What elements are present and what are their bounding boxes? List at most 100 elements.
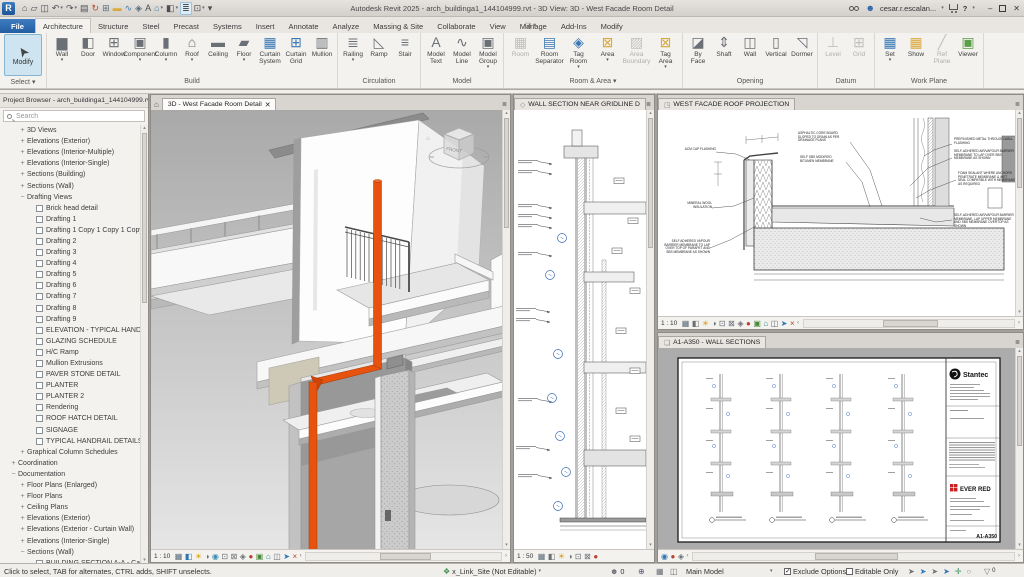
lock-3d-view-icon[interactable]: ◈	[240, 552, 246, 561]
vertical-scrollbar[interactable]: ▴ ▾	[1015, 110, 1023, 316]
ribbon-button[interactable]: ◧ Door ▾	[75, 33, 101, 63]
scroll-left-icon[interactable]: ‹	[686, 553, 688, 559]
tree-item[interactable]: + Ceiling Plans	[0, 502, 140, 513]
search-icon[interactable]	[849, 5, 860, 12]
tree-item[interactable]: TYPICAL HANDRAIL DETAILS	[0, 436, 140, 447]
tree-item[interactable]: Drafting 4	[0, 258, 140, 269]
sun-path-icon[interactable]: ☀	[558, 552, 565, 561]
ribbon-tab[interactable]: Steel	[135, 19, 166, 33]
hide-isolate-icon[interactable]: ◉	[661, 552, 668, 561]
tree-item[interactable]: + Floor Plans	[0, 491, 140, 502]
detail-level-icon[interactable]: ▦	[682, 319, 690, 328]
tree-item[interactable]: Drafting 1	[0, 214, 140, 225]
ribbon-button[interactable]: ▨ Area Boundary ▾	[622, 33, 651, 70]
sun-path-icon[interactable]: ☀	[702, 319, 709, 328]
print-icon[interactable]: ▤ ▾	[79, 2, 90, 15]
sun-path-icon[interactable]: ☀	[195, 552, 202, 561]
revit-logo-icon[interactable]: R	[2, 1, 15, 15]
roof-detail-canvas[interactable]: ACM CAP FLASHING MINERAL WOOL INSULATION…	[658, 110, 1015, 316]
tree-item[interactable]: GLAZING SCHEDULE	[0, 336, 140, 347]
tree-item[interactable]: + Elevations (Interior-Multiple)	[0, 147, 140, 158]
ribbon-button[interactable]: ◺ Ramp ▾	[366, 33, 392, 63]
project-browser-scrollbar[interactable]: ▴ ▾	[140, 125, 148, 563]
undo-icon[interactable]: ↶ ▾	[51, 2, 64, 15]
view-tab-sheet[interactable]: ❏ A1-A350 - WALL SECTIONS	[658, 336, 767, 348]
constraints-icon[interactable]: ◈	[678, 552, 684, 561]
ribbon-button[interactable]: ⌂ Roof ▾	[179, 33, 205, 63]
project-browser-title[interactable]: Project Browser - arch_buildinga1_144104…	[0, 94, 148, 108]
view-tab-3d[interactable]: 3D - West Facade Room Detail ✕	[161, 98, 277, 110]
ribbon-button[interactable]: ▦ Room ▾	[506, 33, 535, 63]
visual-style-icon[interactable]: ◧	[185, 552, 193, 561]
tree-item[interactable]: ELEVATION - TYPICAL HANDRAIL	[0, 325, 140, 336]
ribbon-button[interactable]: A Model Text ▾	[423, 33, 449, 70]
displacement-icon[interactable]: ◫	[771, 319, 779, 328]
shadows-icon[interactable]: ◑	[205, 552, 210, 561]
scroll-right-icon[interactable]: ›	[505, 553, 507, 559]
tree-item[interactable]: SIGNAGE	[0, 425, 140, 436]
measure-icon[interactable]: ▬ ▾	[112, 2, 123, 15]
manage-links-button[interactable]: ⊕	[638, 564, 645, 577]
select-by-face-icon[interactable]: ➤	[943, 567, 950, 576]
tree-item[interactable]: Rendering	[0, 402, 140, 413]
tree-expander[interactable]: −	[9, 471, 18, 478]
tree-expander[interactable]: +	[18, 526, 27, 533]
modify-button[interactable]: ➤ Modify	[4, 34, 42, 76]
ribbon-button[interactable]: ◈ Tag Room ▾	[564, 33, 593, 70]
scroll-right-icon[interactable]: ›	[1018, 320, 1020, 326]
tree-expander[interactable]: +	[18, 127, 27, 134]
scroll-right-icon[interactable]: ›	[1018, 553, 1020, 559]
show-crop-icon[interactable]: ⊠	[231, 552, 238, 561]
hide-isolate-icon[interactable]: ●	[746, 319, 751, 328]
ribbon-tab[interactable]: View	[483, 19, 513, 33]
background-process-icon[interactable]: ○	[967, 567, 972, 576]
tree-item[interactable]: + Floor Plans (Enlarged)	[0, 480, 140, 491]
ribbon-tab[interactable]: Annotate	[281, 19, 325, 33]
home-icon[interactable]: ⌂	[151, 100, 162, 110]
help-menu-caret-icon[interactable]: ▾	[972, 5, 975, 11]
ribbon-button[interactable]: ⊞ Curtain Grid ▾	[283, 33, 309, 70]
tree-expander[interactable]: +	[18, 515, 27, 522]
ribbon-tab[interactable]: Structure	[91, 19, 135, 33]
tree-item[interactable]: − Documentation	[0, 469, 140, 480]
ribbon-button[interactable]: ▰ Floor ▾	[231, 33, 257, 63]
ribbon-button[interactable]: ╱ Ref Plane ▾	[929, 33, 955, 70]
ribbon-button[interactable]: ◪ By Face ▾	[685, 33, 711, 70]
tree-item[interactable]: Drafting 5	[0, 269, 140, 280]
filter-button[interactable]: ▽ 0	[984, 564, 996, 577]
tab-list-menu-icon[interactable]: ≣	[646, 101, 654, 110]
tree-item[interactable]: + Elevations (Exterior)	[0, 513, 140, 524]
tab-list-menu-icon[interactable]: ≣	[502, 101, 510, 110]
ribbon-button[interactable]: ▣ Model Group ▾	[475, 33, 501, 70]
lock-view-icon[interactable]: ◈	[737, 319, 743, 328]
viewcube[interactable]: FRONT ⌂	[424, 120, 494, 183]
sync-icon[interactable]: ↻ ▾	[91, 2, 101, 15]
view-tab-roof-projection[interactable]: ◳ WEST FACADE ROOF PROJECTION	[658, 98, 796, 110]
tree-expander[interactable]: +	[18, 449, 27, 456]
home-icon[interactable]: ⌂ ▾	[21, 2, 28, 15]
ribbon-button[interactable]: ▦ Curtain System ▾	[257, 33, 283, 70]
ribbon-button[interactable]: ⊞ Window ▾	[101, 33, 127, 63]
ribbon-tab[interactable]: Systems	[206, 19, 249, 33]
tree-expander[interactable]: +	[18, 171, 27, 178]
ribbon-button[interactable]: ▮ Column ▾	[153, 33, 179, 63]
tree-item[interactable]: Mullion Extrusions	[0, 358, 140, 369]
constraints-icon[interactable]: ➤	[283, 552, 290, 561]
search-input[interactable]: Search	[3, 110, 145, 122]
3d-canvas[interactable]: FRONT ⌂	[151, 110, 502, 549]
switch-windows-icon[interactable]: ⊞ ▾	[101, 2, 111, 15]
tree-item[interactable]: PAVER STONE DETAIL	[0, 369, 140, 380]
tree-item[interactable]: Brick head detail	[0, 203, 140, 214]
worksets-button[interactable]: ☻ 0	[610, 564, 624, 577]
minimize-button[interactable]: –	[988, 4, 992, 13]
tree-item[interactable]: Drafting 6	[0, 280, 140, 291]
tree-item[interactable]: + 3D Views	[0, 125, 140, 136]
user-menu-caret-icon[interactable]: ▾	[941, 5, 944, 11]
tree-expander[interactable]: +	[18, 504, 27, 511]
ribbon-button[interactable]: ◹ Dormer ▾	[789, 33, 815, 63]
hide-isolate-icon[interactable]: ●	[248, 552, 253, 561]
tree-item[interactable]: Drafting 1 Copy 1 Copy 1 Copy 1	[0, 225, 140, 236]
tree-item[interactable]: Drafting 3	[0, 247, 140, 258]
tree-item[interactable]: + Sections (Building)	[0, 169, 140, 180]
tree-expander[interactable]: +	[18, 149, 27, 156]
